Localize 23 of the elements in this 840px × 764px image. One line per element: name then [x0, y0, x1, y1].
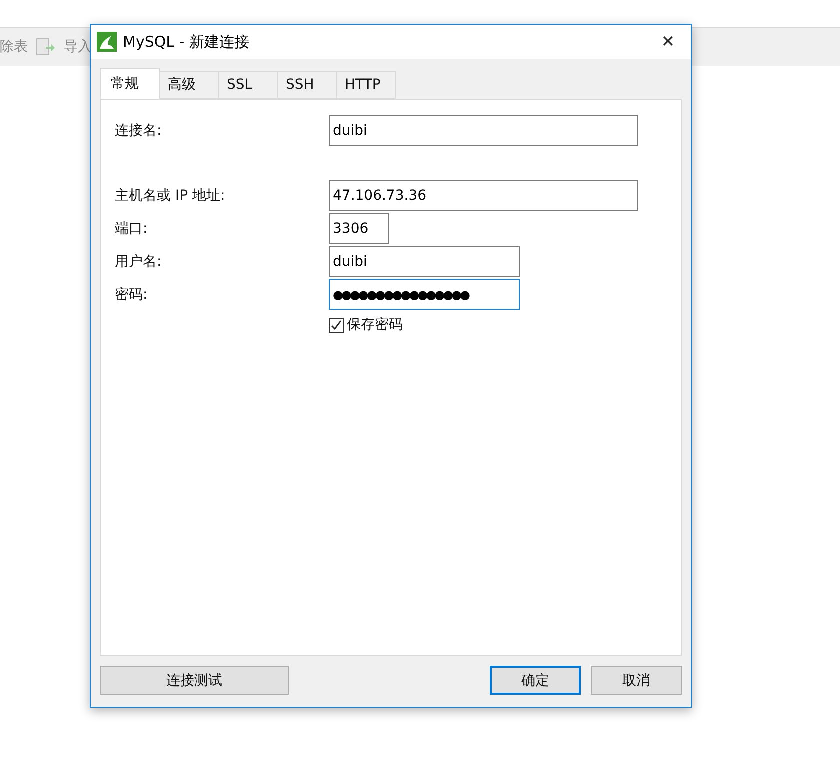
input-field[interactable]: 3306: [329, 213, 389, 244]
field-label: 连接名:: [115, 122, 163, 140]
tab[interactable]: 常规: [100, 68, 160, 99]
dialog-button[interactable]: 确定: [490, 666, 581, 695]
input-field[interactable]: duibi: [329, 115, 638, 146]
checkbox-label: 保存密码: [347, 316, 403, 334]
dialog-button[interactable]: 连接测试: [100, 666, 289, 695]
close-button[interactable]: ✕: [651, 27, 685, 57]
input-field[interactable]: 47.106.73.36: [329, 180, 638, 211]
tab[interactable]: 高级: [159, 71, 219, 99]
window-title: MySQL - 新建连接: [123, 32, 250, 52]
dialog-button[interactable]: 取消: [591, 666, 682, 695]
input-field[interactable]: duibi: [329, 246, 520, 277]
tab[interactable]: HTTP: [336, 71, 396, 99]
field-label: 密码:: [115, 286, 149, 304]
tab[interactable]: SSL: [218, 71, 278, 99]
field-label: 主机名或 IP 地址:: [115, 186, 226, 204]
field-label: 端口:: [115, 220, 149, 238]
input-field[interactable]: ●●●●●●●●●●●●●●●●: [329, 279, 520, 310]
field-label: 用户名:: [115, 252, 163, 270]
checkbox[interactable]: [329, 318, 344, 332]
app-logo-icon: [97, 32, 117, 52]
tab[interactable]: SSH: [277, 71, 337, 99]
